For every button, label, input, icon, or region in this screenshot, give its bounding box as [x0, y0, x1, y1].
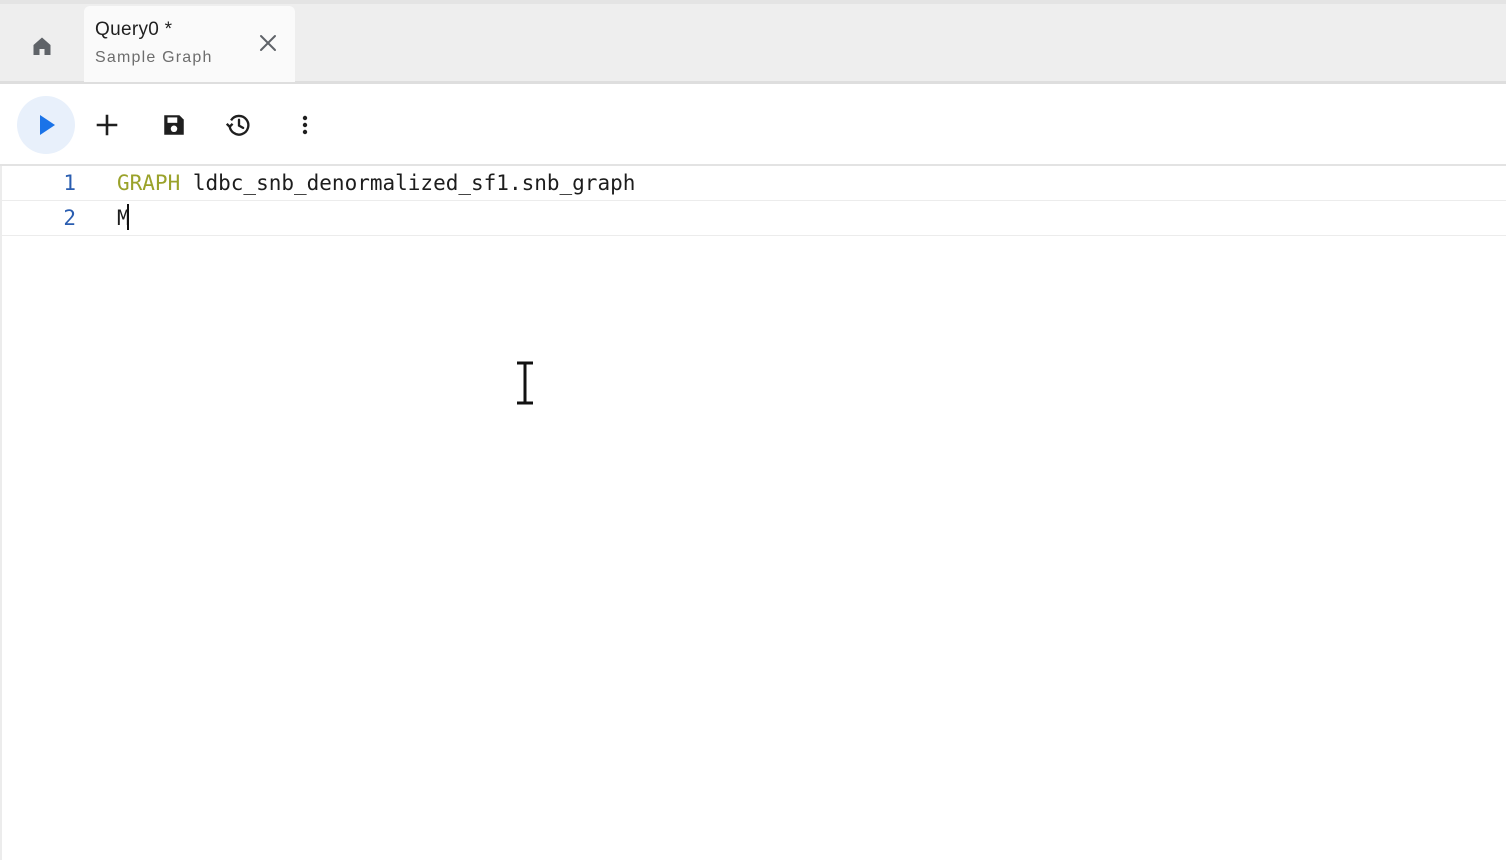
tab-title: Query0 * — [95, 19, 173, 40]
home-button[interactable] — [4, 8, 80, 84]
editor-line[interactable]: 1 GRAPH ldbc_snb_denormalized_sf1.snb_gr… — [2, 166, 1506, 202]
run-query-button[interactable] — [17, 96, 75, 154]
save-icon — [164, 115, 184, 135]
tab-close-button[interactable] — [256, 31, 280, 55]
code-keyword: GRAPH — [117, 171, 181, 195]
editor-toolbar — [0, 84, 1506, 166]
more-vertical-icon — [302, 115, 308, 135]
code-editor[interactable]: 1 GRAPH ldbc_snb_denormalized_sf1.snb_gr… — [0, 166, 1506, 860]
history-icon — [225, 114, 250, 136]
line-number: 1 — [63, 171, 76, 195]
home-icon — [33, 37, 51, 55]
play-icon — [40, 115, 55, 135]
tab-subtitle: Sample Graph — [95, 49, 213, 66]
close-icon — [260, 35, 276, 51]
code-text: ldbc_snb_denormalized_sf1.snb_graph — [180, 171, 636, 195]
line-code[interactable]: M — [117, 201, 130, 235]
plus-icon — [96, 114, 118, 136]
query-editor-app: Query0 * Sample Graph 1 GRAPH ldbc_snb_d… — [0, 0, 1506, 860]
tab-bar: Query0 * Sample Graph — [0, 0, 1506, 84]
save-query-button[interactable] — [145, 96, 203, 154]
text-cursor-icon — [517, 361, 533, 405]
add-query-button[interactable] — [78, 96, 136, 154]
query-history-button[interactable] — [210, 96, 268, 154]
text-caret — [126, 204, 129, 230]
more-options-button[interactable] — [276, 96, 334, 154]
line-number: 2 — [63, 206, 76, 230]
line-code[interactable]: GRAPH ldbc_snb_denormalized_sf1.snb_grap… — [117, 166, 635, 200]
tab-query0[interactable]: Query0 * Sample Graph — [84, 6, 295, 82]
editor-line-active[interactable]: 2 M — [2, 200, 1506, 236]
